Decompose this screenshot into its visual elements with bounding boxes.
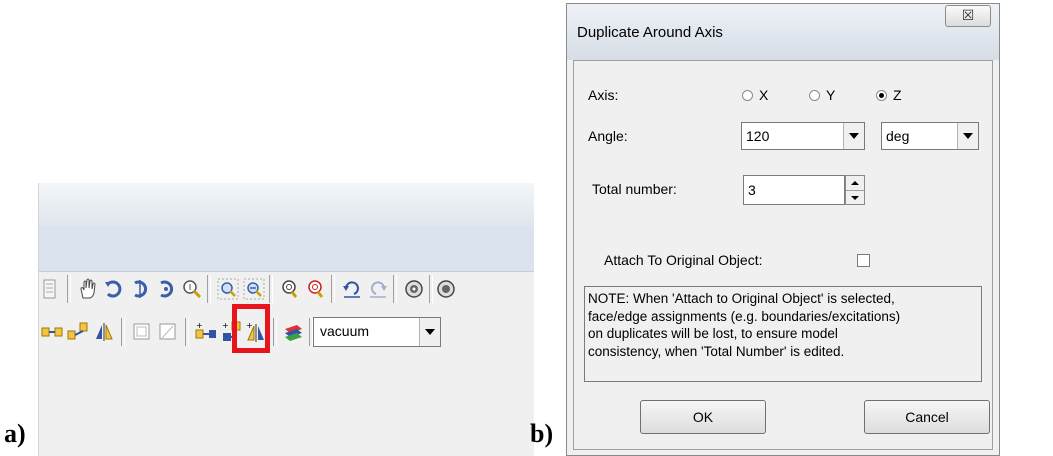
- toolbar-row-modeler: + + + vacuum: [39, 316, 534, 348]
- dialog-titlebar: Duplicate Around Axis ☒: [567, 4, 999, 60]
- rotate-icon[interactable]: [103, 278, 125, 300]
- orient-icon[interactable]: [155, 278, 177, 300]
- svg-text:+: +: [222, 321, 229, 330]
- axis-radio-z[interactable]: Z: [876, 87, 902, 103]
- zoom-icon[interactable]: [181, 278, 203, 300]
- angle-unit-combobox[interactable]: deg: [881, 122, 979, 150]
- toolbar-separator: [331, 275, 335, 303]
- toolbar-separator: [393, 275, 397, 303]
- chevron-down-icon[interactable]: [419, 318, 440, 346]
- attach-checkbox[interactable]: [857, 254, 870, 267]
- toolbar-panel: + + + vacuum: [38, 183, 534, 456]
- toolbar-separator: [185, 318, 189, 346]
- mirror-icon[interactable]: [93, 321, 115, 343]
- material-select[interactable]: vacuum: [313, 317, 441, 347]
- rotate-about-axis-icon[interactable]: [129, 278, 151, 300]
- menu-strip: [39, 227, 534, 272]
- angle-label: Angle:: [588, 128, 628, 144]
- material-select-value: vacuum: [320, 323, 370, 339]
- note-box: NOTE: When 'Attach to Original Object' i…: [584, 286, 982, 382]
- move-icon[interactable]: [41, 321, 63, 343]
- hand-pan-icon[interactable]: [77, 278, 99, 300]
- sweep-2-icon[interactable]: [157, 321, 179, 343]
- note-line: NOTE: When 'Attach to Original Object' i…: [588, 291, 895, 306]
- close-button[interactable]: ☒: [945, 5, 991, 27]
- total-number-value: 3: [748, 182, 756, 198]
- note-line: consistency, when 'Total Number' is edit…: [588, 343, 845, 359]
- chevron-down-icon[interactable]: [957, 123, 978, 149]
- angle-value: 120: [746, 128, 770, 144]
- note-line: on duplicates will be lost, to ensure mo…: [588, 326, 838, 341]
- spin-up-icon[interactable]: [846, 176, 864, 191]
- duplicate-along-line-icon[interactable]: +: [195, 321, 217, 343]
- toolbar-separator: [121, 318, 125, 346]
- radio-icon: [809, 89, 820, 101]
- redo-icon[interactable]: [367, 278, 389, 300]
- page-icon[interactable]: [39, 278, 61, 300]
- sweep-icon[interactable]: [131, 321, 153, 343]
- ok-button[interactable]: OK: [640, 400, 766, 434]
- angle-combobox[interactable]: 120: [741, 122, 865, 150]
- radio-icon: [742, 89, 753, 101]
- radio-selected-icon: [876, 89, 887, 101]
- axis-label: Axis:: [588, 87, 619, 103]
- note-line: face/edge assignments (e.g. boundaries/e…: [588, 308, 901, 324]
- window-title-strip: [39, 183, 534, 227]
- dialog-client-area: Axis: X Y Z Angle: 120 deg Total number:…: [573, 60, 993, 450]
- toolbar-row-view: [39, 273, 534, 305]
- total-number-input[interactable]: 3: [743, 175, 845, 205]
- zoom-out-icon[interactable]: [243, 278, 265, 300]
- view-icon[interactable]: [403, 278, 425, 300]
- toolbar-separator: [269, 275, 273, 303]
- undo-icon[interactable]: [341, 278, 363, 300]
- zoom-in-icon[interactable]: [217, 278, 239, 300]
- svg-text:+: +: [196, 321, 203, 330]
- toolbar-separator: [207, 275, 211, 303]
- view-2-icon[interactable]: [435, 278, 457, 300]
- chevron-down-icon[interactable]: [843, 123, 864, 149]
- highlight-box: [232, 304, 270, 353]
- close-icon: ☒: [961, 8, 975, 24]
- fit-all-icon[interactable]: [279, 278, 301, 300]
- angle-unit-value: deg: [886, 128, 910, 144]
- total-number-spinner[interactable]: [845, 175, 865, 205]
- spin-down-icon[interactable]: [846, 191, 864, 205]
- axis-radio-z-label: Z: [893, 87, 902, 103]
- toolbar-separator: [273, 318, 277, 346]
- fit-selection-icon[interactable]: [305, 278, 327, 300]
- axis-radio-x-label: X: [759, 87, 769, 103]
- cancel-button[interactable]: Cancel: [864, 400, 990, 434]
- axis-radio-x[interactable]: X: [742, 87, 768, 103]
- dialog-title: Duplicate Around Axis: [577, 24, 723, 41]
- attach-label: Attach To Original Object:: [604, 252, 763, 268]
- axis-radio-y-label: Y: [826, 87, 836, 103]
- toolbar-separator: [429, 275, 433, 303]
- total-number-label: Total number:: [592, 181, 677, 197]
- toolbar-separator: [67, 275, 71, 303]
- panel-label-b: b): [530, 419, 554, 448]
- material-icon[interactable]: [281, 321, 303, 343]
- duplicate-along-line-icon[interactable]: [67, 321, 89, 343]
- axis-radio-y[interactable]: Y: [809, 87, 835, 103]
- panel-label-a: a): [4, 419, 26, 448]
- duplicate-around-axis-dialog: Duplicate Around Axis ☒ Axis: X Y Z Angl…: [566, 3, 1000, 456]
